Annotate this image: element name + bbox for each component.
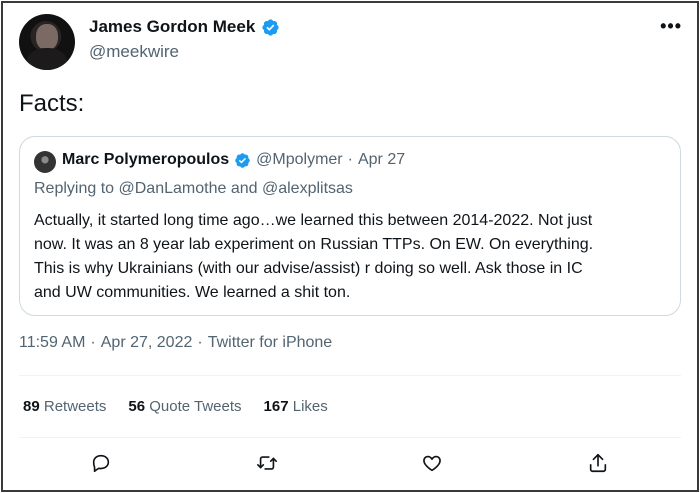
like-button[interactable] (421, 452, 447, 478)
tweet-text: Facts: (19, 90, 85, 117)
like-icon (423, 455, 441, 472)
quote-replying-to: Replying to @DanLamothe and @alexplitsas (34, 180, 353, 198)
author-display-name[interactable]: James Gordon Meek (89, 17, 255, 37)
retweet-button[interactable] (256, 452, 282, 478)
more-icon[interactable]: ••• (660, 16, 682, 37)
quote-tweets-stat[interactable]: 56 Quote Tweets (128, 398, 241, 415)
quote-separator: · (347, 151, 353, 168)
quote-line: and UW communities. We learned a shit to… (34, 284, 351, 301)
reply-button[interactable] (90, 452, 116, 478)
quoted-tweet[interactable]: Marc Polymeropoulos @Mpolymer · Apr 27 R… (19, 136, 681, 316)
retweet-icon (257, 456, 277, 470)
tweet-time[interactable]: 11:59 AM (19, 334, 85, 352)
engagement-stats: 89 Retweets 56 Quote Tweets 167 Likes (23, 398, 328, 415)
tweet-date[interactable]: Apr 27, 2022 (101, 334, 193, 352)
divider (19, 375, 681, 376)
quote-date[interactable]: Apr 27 (358, 151, 405, 169)
action-bar (0, 452, 700, 482)
quotes-count: 56 (128, 398, 146, 415)
tweet-source[interactable]: Twitter for iPhone (208, 334, 333, 352)
quote-handle[interactable]: @Mpolymer (256, 151, 342, 169)
retweets-stat[interactable]: 89 Retweets (23, 398, 106, 415)
reply-and: and (230, 180, 258, 197)
author-name-row: James Gordon Meek (89, 17, 280, 37)
likes-label: Likes (292, 398, 328, 415)
avatar[interactable] (19, 14, 75, 70)
meta-separator: · (197, 334, 203, 351)
quotes-label: Quote Tweets (149, 398, 242, 415)
meta-separator: · (90, 334, 96, 351)
author-handle[interactable]: @meekwire (89, 42, 179, 62)
share-button[interactable] (587, 452, 613, 478)
verified-icon (262, 18, 279, 36)
reply-mention-alexplitsas[interactable]: @alexplitsas (262, 180, 353, 197)
retweets-count: 89 (23, 398, 40, 415)
tweet-meta: 11:59 AM · Apr 27, 2022 · Twitter for iP… (19, 334, 332, 352)
reply-icon (92, 454, 110, 473)
quote-line: Actually, it started long time ago…we le… (34, 212, 593, 229)
retweets-label: Retweets (43, 398, 107, 415)
replying-to-label: Replying to (34, 180, 115, 197)
divider (19, 437, 681, 438)
quote-line: now. It was an 8 year lab experiment on … (34, 236, 594, 253)
reply-mention-danlamothe[interactable]: @DanLamothe (119, 180, 227, 197)
likes-count: 167 (263, 398, 289, 415)
likes-stat[interactable]: 167 Likes (264, 398, 328, 415)
quote-header: Marc Polymeropoulos @Mpolymer · Apr 27 (62, 151, 405, 169)
quote-line: This is why Ukrainians (with our advise/… (34, 260, 583, 277)
quote-display-name[interactable]: Marc Polymeropoulos (62, 151, 229, 169)
quote-avatar[interactable] (34, 151, 56, 173)
quote-body: Actually, it started long time ago…we le… (34, 209, 674, 305)
share-icon (589, 453, 607, 473)
verified-icon (235, 152, 250, 168)
